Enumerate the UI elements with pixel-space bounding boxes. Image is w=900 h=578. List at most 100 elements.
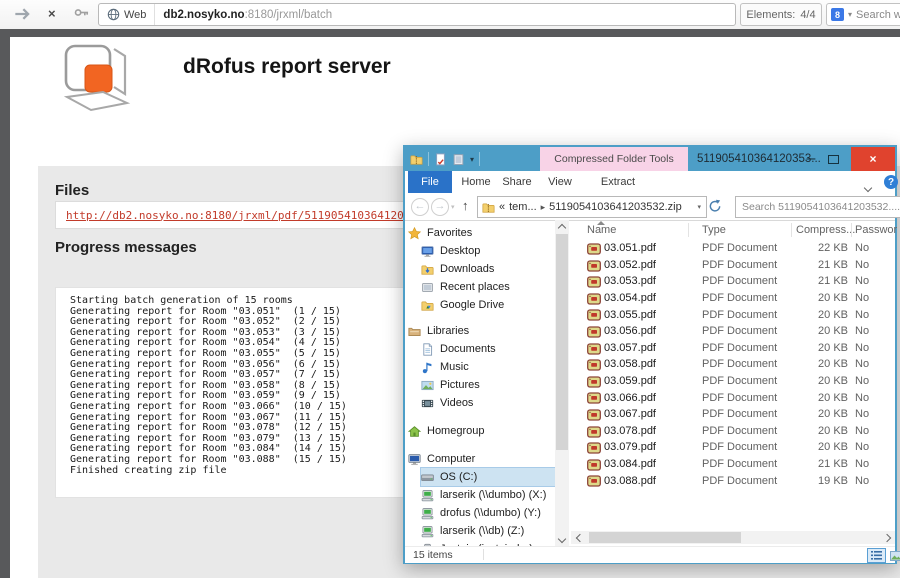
sidebar-item-label: Homegroup — [427, 425, 484, 437]
sidebar-item-favorites[interactable]: Favorites — [408, 224, 472, 242]
key-icon[interactable] — [74, 6, 90, 22]
column-header-name[interactable]: Name — [587, 220, 616, 240]
explorer-search-box[interactable]: Search 5119054103641203532.... — [735, 196, 900, 218]
tab-share[interactable]: Share — [497, 171, 537, 193]
file-row-03-079-pdf[interactable]: 03.079.pdfPDF Document20 KBNo — [571, 439, 895, 456]
sidebar-item-computer[interactable]: Computer — [408, 450, 475, 468]
tab-extract[interactable]: Extract — [592, 171, 644, 193]
explorer-search-placeholder: Search 5119054103641203532.... — [742, 201, 900, 213]
zip-folder-icon[interactable] — [410, 153, 423, 166]
breadcrumb-bar[interactable]: « tem... ▸ 5119054103641203532.zip ▾ — [477, 196, 707, 218]
elements-counter[interactable]: Elements: 4/4 — [740, 3, 822, 26]
file-row-03-057-pdf[interactable]: 03.057.pdfPDF Document20 KBNo — [571, 340, 895, 357]
file-name: 03.088.pdf — [604, 475, 656, 487]
sidebar-item-label: Documents — [440, 343, 496, 355]
search-engine-dropdown-icon[interactable]: ▾ — [848, 10, 852, 19]
pdf-file-icon — [587, 308, 601, 320]
quick-access-toolbar: ▾ — [410, 147, 480, 171]
address-bar[interactable]: Web db2.nosyko.no:8180/jrxml/batch — [98, 3, 736, 26]
file-row-03-088-pdf[interactable]: 03.088.pdfPDF Document19 KBNo — [571, 472, 895, 489]
context-ribbon-tab[interactable]: Compressed Folder Tools — [540, 147, 688, 171]
file-type: PDF Document — [702, 242, 777, 254]
item-count: 15 items — [413, 549, 453, 561]
file-row-03-058-pdf[interactable]: 03.058.pdfPDF Document20 KBNo — [571, 356, 895, 373]
stop-button[interactable]: × — [48, 6, 56, 21]
sidebar-item-larserik-dumbo-x[interactable]: larserik (\\dumbo) (X:) — [421, 486, 546, 504]
sidebar-item-documents[interactable]: Documents — [421, 340, 496, 358]
sidebar-item-label: Libraries — [427, 325, 469, 337]
up-button[interactable]: ↑ — [462, 198, 469, 213]
tab-file[interactable]: File — [408, 171, 452, 193]
sidebar-item-homegroup[interactable]: Homegroup — [408, 422, 484, 440]
doc-check-icon[interactable] — [434, 153, 447, 166]
file-row-03-055-pdf[interactable]: 03.055.pdfPDF Document20 KBNo — [571, 306, 895, 323]
sidebar-item-label: Pictures — [440, 379, 480, 391]
file-type: PDF Document — [702, 458, 777, 470]
sidebar-item-downloads[interactable]: Downloads — [421, 260, 494, 278]
file-row-03-053-pdf[interactable]: 03.053.pdfPDF Document21 KBNo — [571, 273, 895, 290]
refresh-icon[interactable] — [708, 199, 722, 213]
scroll-left-icon[interactable] — [571, 531, 585, 544]
browser-search-box[interactable]: 8 ▾ Search with G — [826, 3, 900, 26]
window-titlebar[interactable]: ▾ Compressed Folder Tools 51190541036412… — [405, 147, 895, 171]
breadcrumb-separator-icon[interactable]: ▸ — [541, 202, 546, 213]
files-heading: Files — [55, 182, 89, 199]
file-type: PDF Document — [702, 358, 777, 370]
file-row-03-051-pdf[interactable]: 03.051.pdfPDF Document22 KBNo — [571, 240, 895, 257]
close-button[interactable]: × — [851, 147, 895, 171]
forward-arrow-icon[interactable] — [14, 6, 30, 22]
help-icon[interactable]: ? — [884, 175, 898, 189]
breadcrumb-dropdown-icon[interactable]: ▾ — [697, 203, 706, 211]
sidebar-item-pictures[interactable]: Pictures — [421, 376, 480, 394]
file-row-03-084-pdf[interactable]: 03.084.pdfPDF Document21 KBNo — [571, 456, 895, 473]
sidebar-item-videos[interactable]: Videos — [421, 394, 473, 412]
breadcrumb-current[interactable]: 5119054103641203532.zip — [549, 201, 682, 213]
minimize-button[interactable]: – — [801, 147, 821, 171]
sidebar-item-desktop[interactable]: Desktop — [421, 242, 480, 260]
file-row-03-054-pdf[interactable]: 03.054.pdfPDF Document20 KBNo — [571, 290, 895, 307]
details-view-button[interactable] — [867, 548, 886, 563]
breadcrumb-collapsed[interactable]: « — [499, 201, 505, 213]
column-header-type[interactable]: Type — [702, 220, 726, 240]
file-compressed-size: 20 KB — [791, 342, 848, 354]
file-row-03-056-pdf[interactable]: 03.056.pdfPDF Document20 KBNo — [571, 323, 895, 340]
scroll-right-icon[interactable] — [881, 531, 895, 544]
sidebar-item-larserik-db-z[interactable]: larserik (\\db) (Z:) — [421, 522, 524, 540]
column-header-password[interactable]: Passwor — [855, 220, 897, 240]
scroll-up-icon[interactable] — [555, 220, 569, 232]
file-row-03-067-pdf[interactable]: 03.067.pdfPDF Document20 KBNo — [571, 406, 895, 423]
tab-view[interactable]: View — [541, 171, 579, 193]
sidebar-item-drofus-dumbo-y[interactable]: drofus (\\dumbo) (Y:) — [421, 504, 541, 522]
sidebar-item-libraries[interactable]: Libraries — [408, 322, 469, 340]
sidebar-item-music[interactable]: Music — [421, 358, 469, 376]
scrollbar-thumb[interactable] — [556, 234, 568, 450]
sidebar-item-os-c[interactable]: OS (C:) — [421, 468, 555, 486]
hard-drive-icon — [421, 471, 434, 484]
scroll-down-icon[interactable] — [555, 534, 569, 546]
sidebar-scrollbar[interactable] — [555, 220, 569, 546]
breadcrumb-parent[interactable]: tem... — [509, 201, 537, 213]
file-type: PDF Document — [702, 375, 777, 387]
forward-button[interactable]: → — [431, 198, 449, 216]
history-dropdown-icon[interactable]: ▾ — [451, 203, 455, 211]
column-header-compressed-size[interactable]: Compress... — [796, 220, 855, 240]
file-row-03-059-pdf[interactable]: 03.059.pdfPDF Document20 KBNo — [571, 373, 895, 390]
sidebar-item-recent-places[interactable]: Recent places — [421, 278, 510, 296]
file-password-protected: No — [855, 242, 869, 254]
scrollbar-thumb[interactable] — [589, 532, 741, 543]
horizontal-scrollbar[interactable] — [571, 531, 895, 544]
back-button[interactable]: ← — [411, 198, 429, 216]
file-row-03-066-pdf[interactable]: 03.066.pdfPDF Document20 KBNo — [571, 389, 895, 406]
thumbnails-view-button[interactable] — [886, 548, 900, 563]
sidebar-item-google-drive[interactable]: Google Drive — [421, 296, 504, 314]
file-name: 03.058.pdf — [604, 358, 656, 370]
tab-home[interactable]: Home — [457, 171, 495, 193]
qat-dropdown-icon[interactable]: ▾ — [470, 155, 474, 164]
site-identity-badge[interactable]: Web — [99, 4, 155, 25]
file-row-03-078-pdf[interactable]: 03.078.pdfPDF Document20 KBNo — [571, 423, 895, 440]
file-compressed-size: 22 KB — [791, 242, 848, 254]
doc-copy-icon[interactable] — [452, 153, 465, 166]
maximize-button[interactable] — [823, 147, 843, 171]
zip-download-link[interactable]: http://db2.nosyko.no:8180/jrxml/pdf/5119… — [56, 209, 457, 222]
file-row-03-052-pdf[interactable]: 03.052.pdfPDF Document21 KBNo — [571, 257, 895, 274]
